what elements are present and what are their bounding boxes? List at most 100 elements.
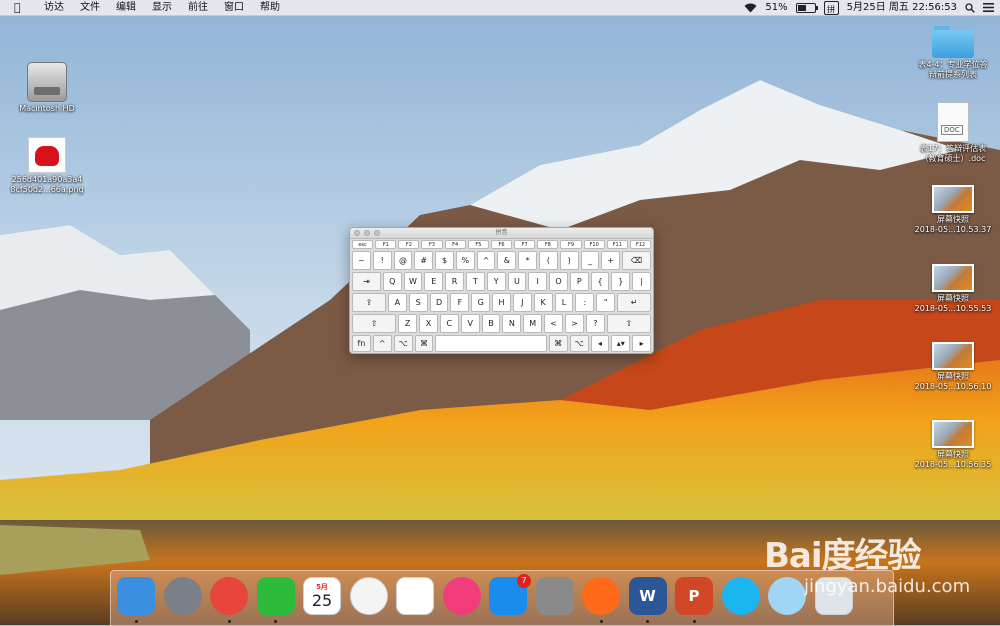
key[interactable]: |	[632, 272, 651, 291]
key[interactable]: F7	[514, 240, 536, 249]
key[interactable]: ~	[352, 251, 371, 270]
key[interactable]: "	[596, 293, 616, 312]
key[interactable]: N	[502, 314, 522, 333]
desktop-icon-folder[interactable]: 表4-4：专业学位答 辩前提系列表	[908, 26, 998, 80]
key[interactable]: ?	[585, 314, 605, 333]
notification-center-icon[interactable]	[983, 3, 994, 12]
key[interactable]: S	[408, 293, 428, 312]
key[interactable]: )	[559, 251, 579, 270]
keyboard-viewer-window[interactable]: 拼音 esc F1 F2 F3 F4 F5 F6 F7 F8 F9 F10 F11 F12 ~! @ # $% ^…	[349, 227, 654, 354]
key[interactable]: ⌫	[622, 251, 651, 270]
key[interactable]: ⇪	[352, 293, 386, 312]
key[interactable]: ↵	[617, 293, 652, 312]
key[interactable]: Z	[398, 314, 418, 333]
key[interactable]: K	[533, 293, 553, 312]
key[interactable]: C	[439, 314, 459, 333]
key[interactable]: #	[414, 251, 434, 270]
menu-file[interactable]: 文件	[72, 0, 108, 15]
key[interactable]: $	[435, 251, 454, 270]
key[interactable]: M	[523, 314, 543, 333]
menu-finder[interactable]: 访达	[36, 0, 72, 15]
key[interactable]: @	[393, 251, 413, 270]
key-space[interactable]	[435, 335, 547, 352]
key[interactable]: V	[460, 314, 480, 333]
key[interactable]: O	[549, 272, 568, 291]
key[interactable]: R	[445, 272, 464, 291]
desktop-icon-doc-file[interactable]: DOC 表17：答辩评估表 （教育硕士）.doc	[908, 102, 998, 164]
desktop-icon-png-file[interactable]: 256d401a90a3a4 8cf50d2...66a.png	[2, 137, 92, 195]
menu-go[interactable]: 前往	[180, 0, 216, 15]
key[interactable]: ▸	[632, 335, 652, 352]
menu-window[interactable]: 窗口	[216, 0, 252, 15]
desktop-icon-screenshot-2[interactable]: 屏幕快照 2018-05...10.55.53	[908, 264, 998, 314]
key[interactable]: ▴▾	[611, 335, 631, 352]
key[interactable]: G	[471, 293, 491, 312]
key[interactable]: _	[580, 251, 600, 270]
key[interactable]: F11	[606, 240, 628, 249]
key[interactable]: :	[575, 293, 595, 312]
dock-app-numbers[interactable]	[396, 577, 434, 615]
key[interactable]: F4	[444, 240, 466, 249]
key[interactable]: !	[372, 251, 392, 270]
key[interactable]: ⇧	[352, 314, 397, 333]
spotlight-search-icon[interactable]	[965, 2, 975, 13]
menu-help[interactable]: 帮助	[252, 0, 288, 15]
menu-edit[interactable]: 编辑	[108, 0, 144, 15]
key[interactable]: esc	[352, 240, 374, 249]
dock-app-media-player[interactable]	[721, 577, 760, 615]
key[interactable]: F6	[490, 240, 513, 249]
key[interactable]: }	[611, 272, 631, 291]
key[interactable]: (	[539, 251, 558, 270]
dock-app-app-store[interactable]: 7	[489, 574, 531, 615]
key[interactable]: E	[424, 272, 444, 291]
key[interactable]: U	[507, 272, 527, 291]
key[interactable]: I	[528, 272, 548, 291]
key[interactable]: ◂	[590, 335, 610, 352]
dock-app-launchpad[interactable]	[163, 577, 202, 615]
key[interactable]: D	[429, 293, 449, 312]
key[interactable]: B	[481, 314, 501, 333]
desktop-icon-screenshot-3[interactable]: 屏幕快照 2018-05...10.56.10	[908, 342, 998, 392]
key[interactable]: >	[565, 314, 584, 333]
dock-app-wechat[interactable]	[256, 577, 295, 615]
key[interactable]: ⌥	[569, 335, 589, 352]
dock-app-calendar[interactable]: 5月 25	[303, 577, 341, 615]
key[interactable]: F12	[629, 240, 652, 249]
menu-view[interactable]: 显示	[144, 0, 180, 15]
key[interactable]: X	[419, 314, 438, 333]
dock-app-chrome[interactable]	[210, 577, 248, 615]
desktop-icon-screenshot-4[interactable]: 屏幕快照 2018-05...10.56.35	[908, 420, 998, 470]
key[interactable]: F1	[375, 240, 397, 249]
key[interactable]: F	[450, 293, 470, 312]
key[interactable]: %	[455, 251, 475, 270]
key[interactable]: ⌘	[414, 335, 434, 352]
key[interactable]: ⌘	[548, 335, 568, 352]
key[interactable]: F2	[398, 240, 420, 249]
key[interactable]: ^	[372, 335, 392, 352]
battery-icon[interactable]	[795, 2, 818, 13]
keyboard-viewer-titlebar[interactable]: 拼音	[350, 228, 653, 239]
desktop-icon-macintosh-hd[interactable]: Macintosh HD	[2, 62, 92, 114]
dock-app-powerpoint[interactable]: P	[675, 577, 713, 615]
dock-app-word[interactable]: W	[628, 577, 667, 615]
key[interactable]: F10	[583, 240, 605, 249]
key[interactable]: P	[569, 272, 589, 291]
key[interactable]: *	[518, 251, 538, 270]
key[interactable]: ^	[476, 251, 496, 270]
input-method-icon[interactable]: 拼	[823, 0, 839, 15]
key[interactable]: ⇥	[352, 272, 381, 291]
key[interactable]: F8	[537, 240, 559, 249]
key[interactable]: A	[387, 293, 407, 312]
key[interactable]: L	[554, 293, 574, 312]
dock-app-photos[interactable]	[349, 577, 388, 615]
key[interactable]: Y	[486, 272, 506, 291]
key[interactable]: Q	[382, 272, 402, 291]
key[interactable]: F9	[560, 240, 582, 249]
key[interactable]: +	[601, 251, 621, 270]
clock[interactable]: 5月25日 周五 22:56:53	[847, 0, 957, 15]
desktop-icon-screenshot-1[interactable]: 屏幕快照 2018-05...10.53.37	[908, 185, 998, 235]
key[interactable]: W	[403, 272, 423, 291]
key[interactable]: T	[465, 272, 485, 291]
key[interactable]: &	[497, 251, 517, 270]
key[interactable]: <	[544, 314, 564, 333]
